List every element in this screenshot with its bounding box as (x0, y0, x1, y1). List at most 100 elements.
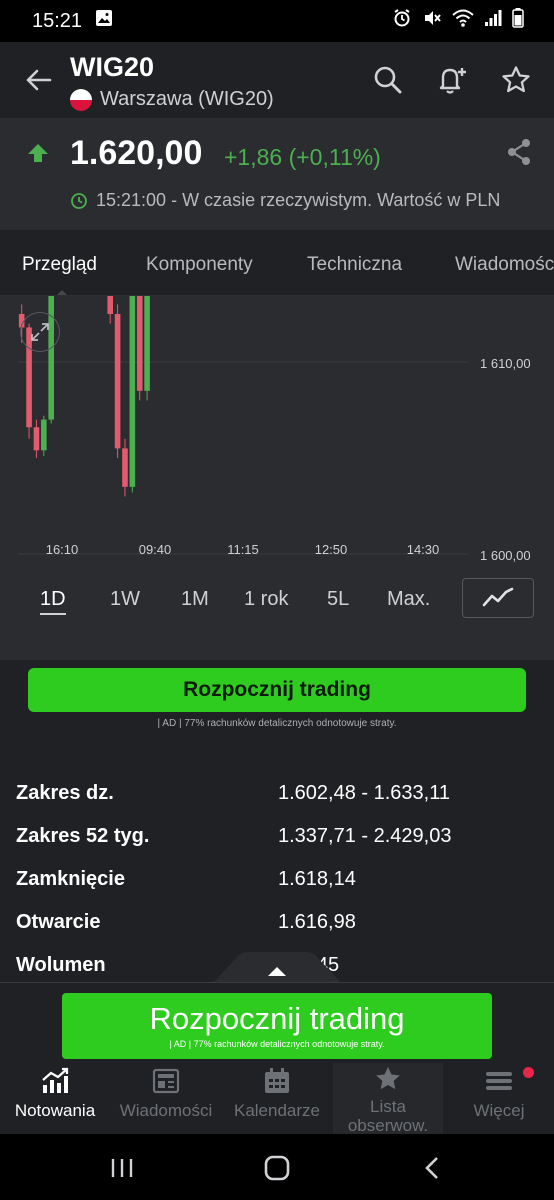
stat-label: Otwarcie (16, 911, 101, 933)
realtime-note: 15:21:00 - W czasie rzeczywistym. Wartoś… (96, 190, 501, 210)
candle-body (129, 296, 136, 487)
stat-row: Zakres 52 tyg. 1.337,71 - 2.429,03 (0, 817, 554, 860)
tab-overview[interactable]: Przegląd (22, 254, 97, 276)
tab-news[interactable]: Wiadomości (455, 254, 554, 276)
tab-components[interactable]: Komponenty (146, 254, 253, 276)
x-tick-label: 12:50 (315, 542, 348, 557)
stat-row: Zakres dz. 1.602,48 - 1.633,11 (0, 774, 554, 817)
chevron-left-icon (425, 1157, 438, 1179)
stat-value: 1.337,71 - 2.429,03 (278, 825, 452, 847)
stat-label: Zakres 52 tyg. (16, 825, 150, 847)
candle-body (41, 419, 47, 451)
period-1y[interactable]: 1 rok (244, 588, 288, 611)
status-bar: 15:21 (0, 0, 554, 42)
header: WIG20 Warszawa (WIG20) (0, 42, 554, 118)
share-button[interactable] (506, 138, 532, 171)
tab-technical[interactable]: Techniczna (307, 254, 402, 276)
mute-icon (422, 8, 442, 34)
recent-apps-icon (111, 1159, 133, 1177)
page-title: WIG20 (70, 52, 155, 82)
home-icon (264, 1155, 290, 1181)
chart-panel: 1 630,001 610,001 600,001 620,0016:1009:… (0, 296, 554, 660)
exchange-row: Warszawa (WIG20) (70, 88, 274, 111)
candle-body (114, 314, 121, 449)
image-notification-icon (94, 8, 114, 34)
recent-apps-button[interactable] (102, 1152, 142, 1184)
home-button[interactable] (257, 1152, 297, 1184)
y-tick-label: 1 600,00 (480, 548, 531, 563)
x-tick-label: 11:15 (227, 542, 259, 557)
period-1d[interactable]: 1D (40, 588, 66, 615)
share-icon (508, 139, 530, 165)
period-max[interactable]: Max. (387, 588, 430, 611)
add-alert-button[interactable] (434, 62, 470, 98)
expand-chart-button[interactable] (20, 312, 60, 352)
bottom-start-trading-button[interactable]: Rozpocznij trading | AD | 77% rachunków … (62, 993, 492, 1059)
period-selector: 1D 1W 1M 1 rok 5L Max. (0, 578, 554, 622)
realtime-note-row: 15:21:00 - W czasie rzeczywistym. Wartoś… (70, 190, 500, 211)
period-1m[interactable]: 1M (181, 588, 209, 611)
stat-label: Zamknięcie (16, 868, 125, 890)
search-icon (374, 66, 402, 94)
start-trading-button[interactable]: Rozpocznij trading (28, 668, 526, 712)
add-to-watchlist-button[interactable] (498, 62, 534, 98)
nav-calendars[interactable]: Kalendarze (222, 1063, 332, 1133)
battery-icon (512, 8, 524, 34)
current-price: 1.620,00 (70, 134, 203, 172)
nav-label: Notowania (14, 1101, 96, 1120)
bottom-cta-label: Rozpocznij trading (149, 1001, 405, 1036)
chart-bars-icon (42, 1067, 69, 1093)
nav-label: Lista obserwow. (347, 1097, 429, 1135)
period-1w[interactable]: 1W (110, 588, 140, 611)
bell-plus-icon (439, 68, 466, 94)
wifi-icon (452, 8, 474, 34)
tab-bar: Przegląd Komponenty Techniczna Wiadomośc… (0, 230, 554, 296)
calendar-icon (265, 1068, 289, 1093)
stat-value: 1.618,14 (278, 868, 356, 890)
nav-more[interactable]: Więcej (444, 1063, 554, 1133)
expand-sheet-handle[interactable] (210, 952, 344, 986)
nav-news[interactable]: Wiadomości (111, 1063, 221, 1133)
nav-quotes[interactable]: Notowania (0, 1063, 110, 1133)
menu-icon (486, 1072, 512, 1090)
price-up-arrow-icon (28, 144, 48, 162)
nav-label: Kalendarze (233, 1101, 320, 1120)
exchange-name: Warszawa (WIG20) (100, 88, 274, 110)
candle-body (122, 448, 128, 487)
nav-watchlist[interactable]: Lista obserwow. (333, 1063, 443, 1135)
period-5y[interactable]: 5L (327, 588, 349, 611)
star-filled-icon (376, 1067, 400, 1090)
poland-flag-icon (70, 88, 92, 111)
x-tick-label: 16:10 (46, 542, 79, 557)
line-chart-icon (482, 587, 514, 607)
x-tick-label: 14:30 (407, 542, 440, 557)
candle-body (33, 427, 40, 451)
risk-disclaimer: | AD | 77% rachunków detalicznych odnoto… (157, 718, 397, 729)
notification-badge (523, 1067, 534, 1078)
back-button[interactable] (20, 62, 56, 98)
search-button[interactable] (370, 62, 406, 98)
stat-label: Zakres dz. (16, 782, 114, 804)
bottom-cta-disclaimer: | AD | 77% rachunków detalicznych odnoto… (169, 1039, 385, 1049)
system-back-button[interactable] (412, 1152, 452, 1184)
newspaper-icon (152, 1068, 180, 1094)
status-time: 15:21 (32, 9, 83, 32)
candle-body (144, 296, 150, 391)
bottom-navigation: Notowania Wiadomości Kalendarze Lista ob… (0, 1063, 554, 1135)
nav-label: Wiadomości (119, 1101, 213, 1120)
chart-type-button[interactable] (462, 578, 534, 618)
price-change: +1,86 (+0,11%) (224, 144, 381, 170)
bottom-bar: Rozpocznij trading | AD | 77% rachunków … (0, 982, 554, 1135)
stat-value: 1.616,98 (278, 911, 356, 933)
system-navigation-bar (0, 1134, 554, 1200)
cta-area: Rozpocznij trading | AD | 77% rachunków … (0, 660, 554, 760)
x-tick-label: 09:40 (139, 542, 172, 557)
price-chart[interactable]: 1 630,001 610,001 600,001 620,0016:1009:… (0, 296, 554, 576)
expand-icon (31, 323, 49, 341)
quote-panel: 1.620,00 +1,86 (+0,11%) 15:21:00 - W cza… (0, 118, 554, 230)
candle-body (136, 296, 143, 391)
stat-row: Otwarcie 1.616,98 (0, 903, 554, 946)
alarm-icon (392, 8, 412, 34)
clock-icon (71, 192, 87, 209)
stat-value: 1.602,48 - 1.633,11 (278, 782, 450, 804)
